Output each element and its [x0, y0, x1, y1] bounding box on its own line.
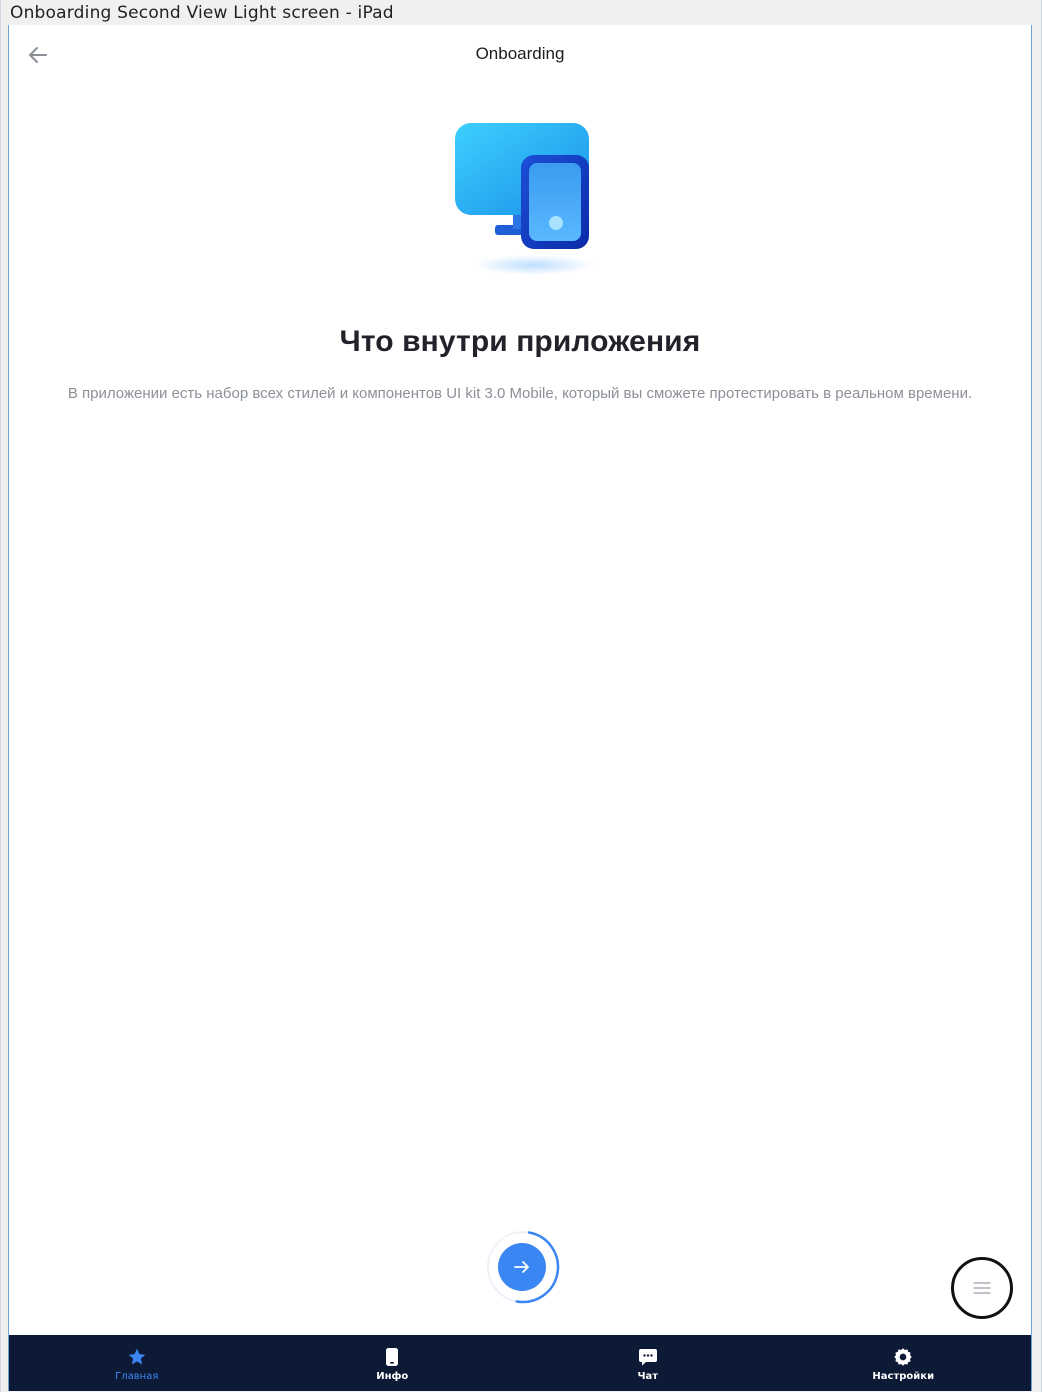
tab-label: Главная: [115, 1371, 159, 1382]
gear-icon: [893, 1346, 913, 1368]
tab-info[interactable]: Инфо: [265, 1335, 521, 1391]
tab-settings[interactable]: Настройки: [776, 1335, 1032, 1391]
tab-label: Настройки: [872, 1371, 935, 1382]
tab-label: Чат: [637, 1371, 659, 1382]
onboarding-heading: Что внутри приложения: [339, 325, 701, 358]
arrow-right-icon: [514, 1261, 529, 1273]
menu-button[interactable]: [951, 1257, 1013, 1319]
tab-home[interactable]: Главная: [9, 1335, 265, 1391]
page-title: Onboarding: [475, 44, 565, 63]
phone-icon: [385, 1346, 399, 1368]
tab-bar: Главная Инфо Чат Настройки: [9, 1335, 1031, 1391]
star-icon: [127, 1346, 147, 1368]
tab-chat[interactable]: Чат: [520, 1335, 776, 1391]
next-button[interactable]: [498, 1243, 546, 1291]
ipad-screen: Onboarding Что внутри приложения В прило…: [8, 25, 1032, 1391]
window-caption: Onboarding Second View Light screen - iP…: [0, 0, 1042, 25]
menu-icon: [973, 1282, 991, 1294]
onboarding-description: В приложении есть набор всех стилей и ко…: [67, 385, 973, 402]
tab-label: Инфо: [376, 1371, 409, 1382]
monitor-phone-icon: [449, 117, 599, 277]
chat-icon: [638, 1346, 658, 1368]
window-caption-text: Onboarding Second View Light screen - iP…: [10, 3, 394, 23]
next-step-control: [484, 1227, 564, 1307]
